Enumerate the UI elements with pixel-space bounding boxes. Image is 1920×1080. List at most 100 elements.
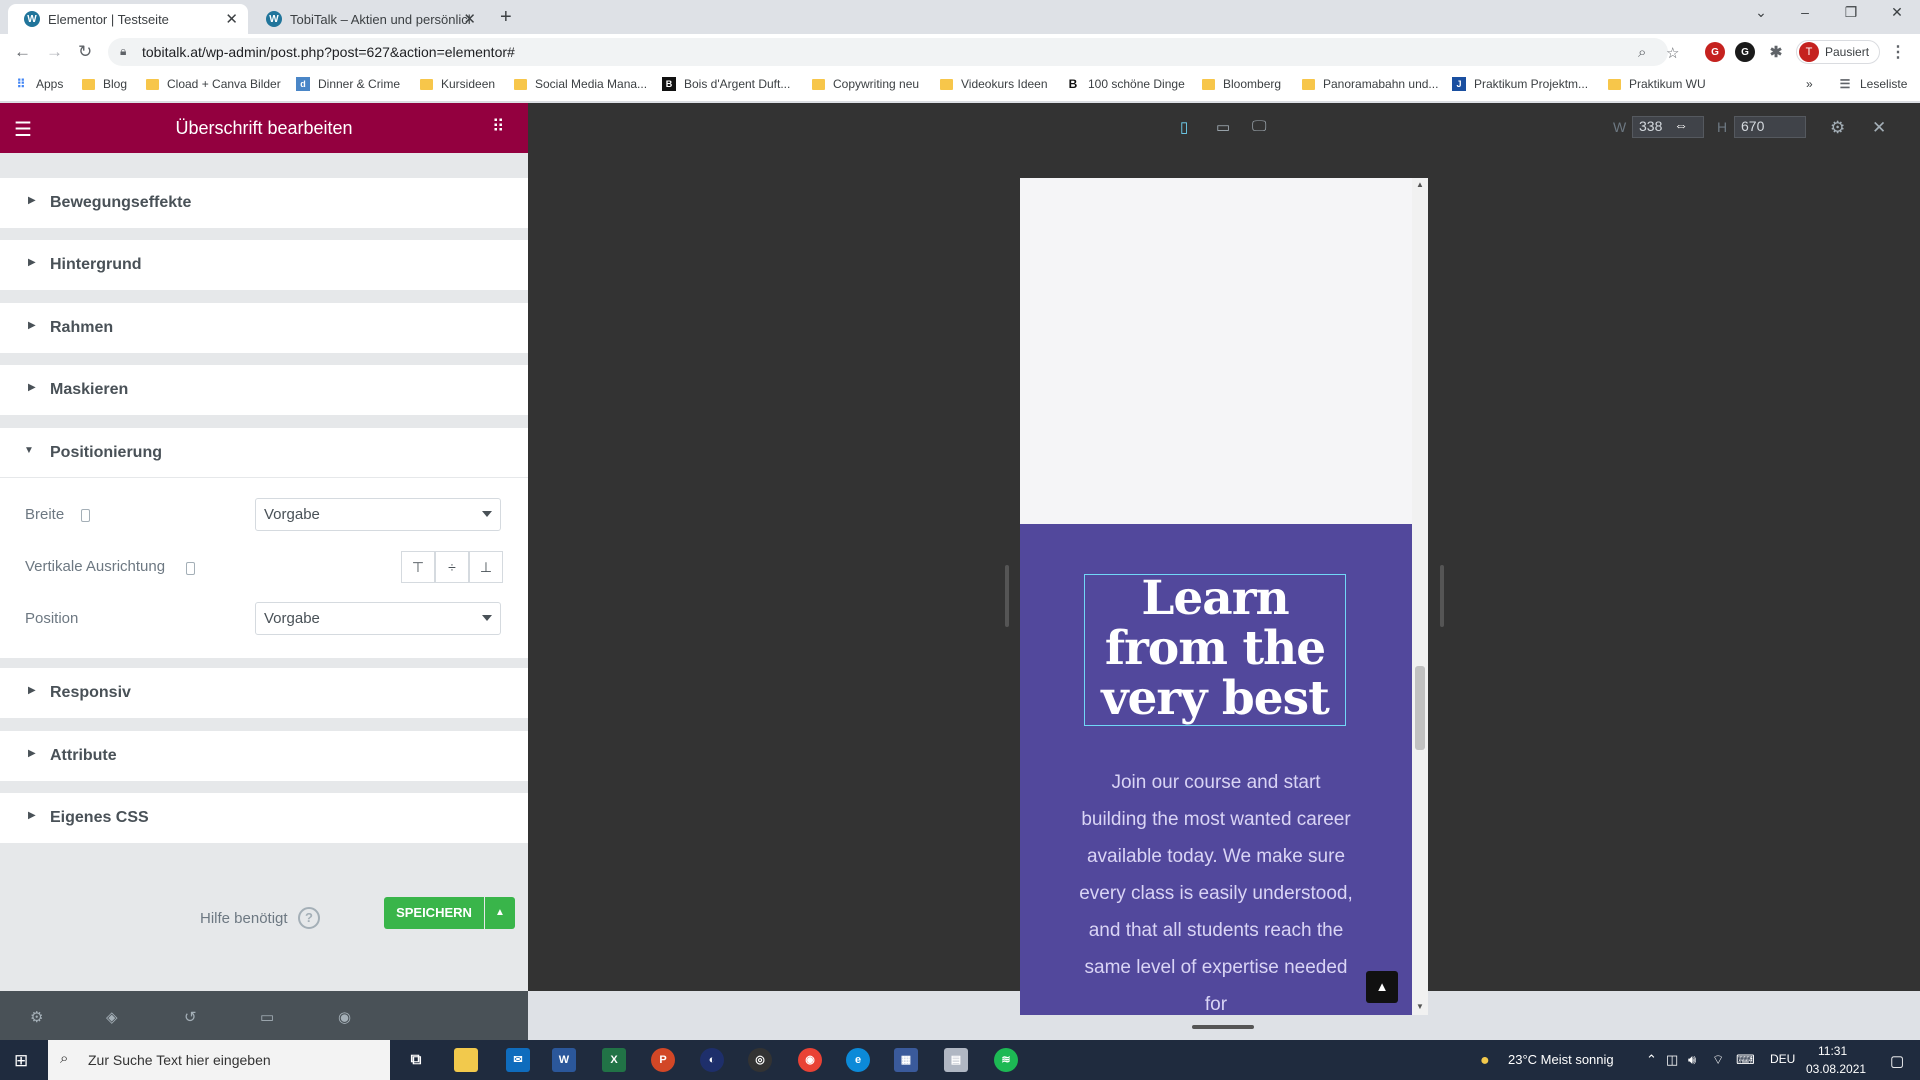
navigator-layers-icon[interactable]: ◈ <box>106 1008 118 1026</box>
bookmark-100-dinge[interactable]: B 100 schöne Dinge <box>1066 77 1185 91</box>
bookmark-videokurs[interactable]: Videokurs Ideen <box>940 77 1048 91</box>
tablet-view-icon[interactable]: ▭ <box>1216 118 1230 136</box>
bookmark-praktikum-projekt[interactable]: J Praktikum Projektm... <box>1452 77 1588 91</box>
tray-overflow-icon[interactable]: ⌃ <box>1646 1052 1657 1068</box>
tab-search-icon[interactable]: ⌄ <box>1738 4 1784 21</box>
bookmark-praktikum-wu[interactable]: Praktikum WU <box>1608 77 1706 91</box>
obs-icon[interactable]: ◎ <box>748 1048 772 1072</box>
help-link[interactable]: Hilfe benötigt <box>200 910 288 927</box>
hero-heading[interactable]: Learn from the very best <box>1084 574 1346 724</box>
word-icon[interactable]: W <box>552 1048 576 1072</box>
app-icon[interactable]: ▤ <box>944 1048 968 1072</box>
forward-icon[interactable]: → <box>46 42 63 62</box>
file-explorer-icon[interactable] <box>454 1048 478 1072</box>
mobile-view-icon[interactable]: ▯ <box>1180 118 1188 136</box>
save-button[interactable]: SPEICHERN <box>384 897 484 929</box>
extension-icon[interactable]: G <box>1705 42 1725 62</box>
reload-icon[interactable]: ↻ <box>78 42 92 62</box>
scroll-thumb[interactable] <box>1415 666 1425 750</box>
taskbar-search[interactable]: ⌕ Zur Suche Text hier eingeben <box>48 1040 390 1080</box>
scroll-up-icon[interactable]: ▲ <box>1416 180 1424 189</box>
extensions-puzzle-icon[interactable]: ✱ <box>1766 42 1786 62</box>
scroll-down-icon[interactable]: ▼ <box>1416 1002 1424 1011</box>
resize-handle-right[interactable] <box>1440 565 1444 627</box>
chrome-icon[interactable]: ◉ <box>798 1048 822 1072</box>
height-input[interactable]: 670 <box>1734 116 1806 138</box>
bookmark-copywriting[interactable]: Copywriting neu <box>812 77 919 91</box>
bookmark-dinner[interactable]: d Dinner & Crime <box>296 77 400 91</box>
bookmark-apps[interactable]: ⠿ Apps <box>14 77 64 91</box>
clock-time[interactable]: 11:31 <box>1818 1044 1847 1058</box>
bookmark-kursideen[interactable]: Kursideen <box>420 77 495 91</box>
network-icon[interactable]: ◫ <box>1666 1052 1678 1068</box>
windows-start-icon[interactable]: ⊞ <box>14 1051 28 1071</box>
history-icon[interactable]: ↺ <box>184 1008 197 1026</box>
task-view-icon[interactable]: ⧉ <box>404 1048 428 1072</box>
section-maskieren[interactable]: ▶ Maskieren <box>0 365 528 415</box>
settings-gear-icon[interactable]: ⚙ <box>30 1008 43 1026</box>
back-to-top-button[interactable]: ▲ <box>1366 971 1398 1003</box>
bookmark-social-media[interactable]: Social Media Mana... <box>514 77 647 91</box>
new-tab-icon[interactable]: + <box>500 6 512 29</box>
close-responsive-icon[interactable]: ✕ <box>1872 118 1886 138</box>
responsive-mode-icon[interactable]: ▭ <box>260 1008 274 1026</box>
width-input[interactable]: 338 <box>1632 116 1704 138</box>
powerpoint-icon[interactable]: P <box>651 1048 675 1072</box>
address-bar[interactable]: 🔒︎ tobitalk.at/wp-admin/post.php?post=62… <box>108 38 1679 66</box>
settings-gear-icon[interactable]: ⚙ <box>1830 118 1845 138</box>
resize-handle-bottom[interactable] <box>1192 1025 1254 1029</box>
link-dimensions-icon[interactable]: ⇔ <box>1674 117 1688 133</box>
preview-scrollbar[interactable]: ▲ ▼ <box>1412 178 1428 1015</box>
close-tab-icon[interactable]: ✕ <box>225 10 238 28</box>
section-hintergrund[interactable]: ▶ Hintergrund <box>0 240 528 290</box>
breite-select[interactable]: Vorgabe <box>255 498 501 531</box>
align-middle-button[interactable]: ÷ <box>435 551 469 583</box>
bookmark-bois-dargent[interactable]: B Bois d'Argent Duft... <box>662 77 790 91</box>
zoom-icon[interactable]: ⌕ <box>1638 44 1646 61</box>
tab-tobitalk[interactable]: W TobiTalk – Aktien und persönlich… ✕ <box>250 4 486 34</box>
section-rahmen[interactable]: ▶ Rahmen <box>0 303 528 353</box>
restore-icon[interactable]: ❐ <box>1828 4 1874 21</box>
app-icon[interactable]: ◐ <box>700 1048 724 1072</box>
resize-handle-left[interactable] <box>1005 565 1009 627</box>
bookmark-star-icon[interactable]: ☆ <box>1666 44 1679 62</box>
keyboard-icon[interactable]: ⌨ <box>1736 1052 1755 1068</box>
mobile-device-icon[interactable] <box>81 509 90 522</box>
preview-eye-icon[interactable]: ◉ <box>338 1008 351 1026</box>
profile-button[interactable]: T Pausiert <box>1796 40 1881 64</box>
excel-icon[interactable]: X <box>602 1048 626 1072</box>
align-bottom-button[interactable]: ⊥ <box>469 551 503 583</box>
section-attribute[interactable]: ▶ Attribute <box>0 731 528 781</box>
reading-list[interactable]: ☰ Leseliste <box>1838 77 1908 91</box>
desktop-view-icon[interactable]: 🖵︎ <box>1252 118 1266 135</box>
widgets-grid-icon[interactable]: ⠿ <box>492 117 504 137</box>
tab-elementor[interactable]: W Elementor | Testseite ✕ <box>8 4 248 34</box>
app-icon[interactable]: ▦ <box>894 1048 918 1072</box>
back-icon[interactable]: ← <box>14 42 31 62</box>
volume-icon[interactable]: 🔊︎ <box>1688 1052 1696 1068</box>
close-window-icon[interactable]: ✕ <box>1874 4 1920 21</box>
mail-icon[interactable]: ✉ <box>506 1048 530 1072</box>
hero-text[interactable]: Join our course and start building the m… <box>1078 764 1354 1015</box>
section-eigenes-css[interactable]: ▶ Eigenes CSS <box>0 793 528 843</box>
bookmark-panoramabahn[interactable]: Panoramabahn und... <box>1302 77 1438 91</box>
language-indicator[interactable]: DEU <box>1770 1052 1795 1066</box>
edge-icon[interactable]: e <box>846 1048 870 1072</box>
bookmark-bloomberg[interactable]: Bloomberg <box>1202 77 1281 91</box>
weather-text[interactable]: 23°C Meist sonnig <box>1508 1052 1614 1067</box>
close-tab-icon[interactable]: ✕ <box>463 10 476 28</box>
question-icon[interactable]: ? <box>298 907 320 929</box>
notifications-icon[interactable]: ▢ <box>1890 1052 1904 1070</box>
minimize-icon[interactable]: – <box>1782 4 1828 20</box>
align-top-button[interactable]: ⊤ <box>401 551 435 583</box>
menu-dots-icon[interactable]: ⋮ <box>1888 42 1908 62</box>
wifi-icon[interactable]: ⌔ <box>1712 1052 1724 1068</box>
more-bookmarks[interactable]: » <box>1806 77 1813 91</box>
mobile-device-icon[interactable] <box>186 562 195 575</box>
section-positionierung[interactable]: ▼ Positionierung <box>0 428 528 478</box>
save-options-button[interactable]: ▲ <box>485 897 515 929</box>
bookmark-cload[interactable]: Cload + Canva Bilder <box>146 77 281 91</box>
position-select[interactable]: Vorgabe <box>255 602 501 635</box>
clock-date[interactable]: 03.08.2021 <box>1806 1062 1866 1076</box>
section-bewegungseffekte[interactable]: ▶ Bewegungseffekte <box>0 178 528 228</box>
